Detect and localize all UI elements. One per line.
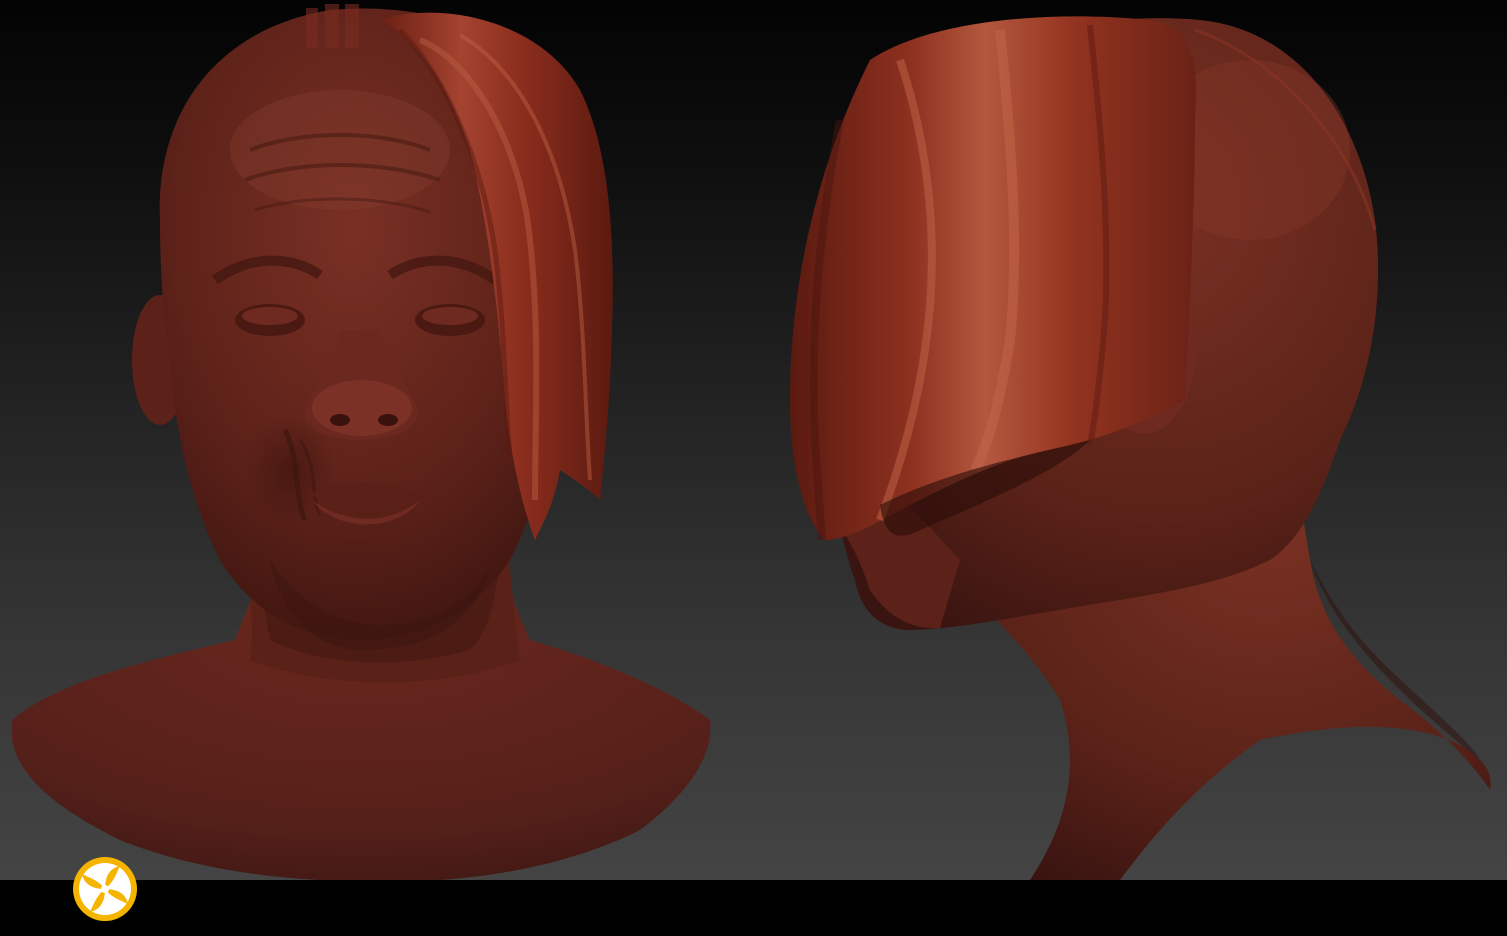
bottom-bar xyxy=(0,880,1507,936)
pinwheel-logo-icon[interactable] xyxy=(72,856,138,922)
sculpt-render xyxy=(12,4,1491,880)
side-view-bust xyxy=(790,16,1491,880)
render-viewport[interactable] xyxy=(0,0,1507,880)
front-view-bust xyxy=(12,4,711,880)
